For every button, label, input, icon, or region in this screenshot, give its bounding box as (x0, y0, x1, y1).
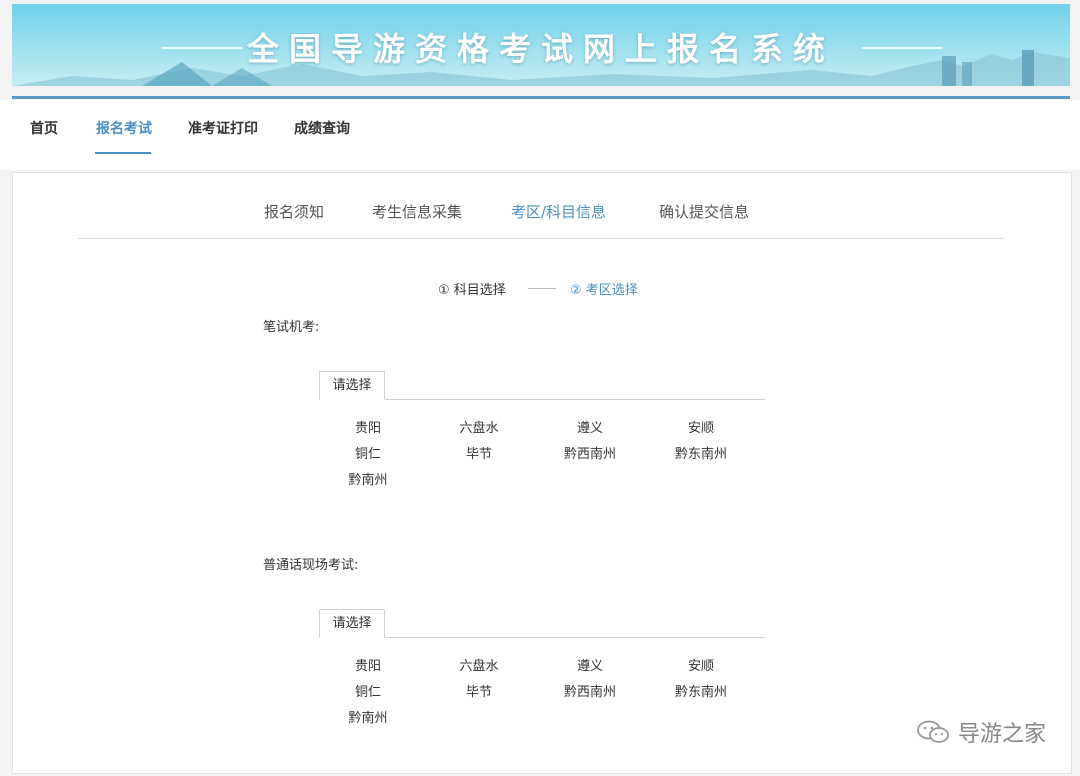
city-option[interactable]: 六盘水 (424, 417, 534, 436)
watermark: 导游之家 (916, 716, 1046, 748)
substep-connector (528, 288, 556, 289)
nav-active-underline (95, 152, 151, 154)
wechat-icon (916, 720, 950, 744)
city-option[interactable]: 铜仁 (313, 443, 423, 462)
substep-subject-select[interactable]: ① 科目选择 (438, 279, 506, 298)
city-option[interactable]: 贵阳 (313, 417, 423, 436)
tab-please-select[interactable]: 请选择 (319, 609, 385, 638)
banner: 全国导游资格考试网上报名系统 (12, 4, 1070, 86)
city-option[interactable]: 黔西南州 (535, 681, 645, 700)
city-option[interactable]: 贵阳 (313, 655, 423, 674)
tab-please-select[interactable]: 请选择 (319, 371, 385, 400)
city-option[interactable]: 毕节 (424, 681, 534, 700)
main-panel: 报名须知 考生信息采集 考区/科目信息 确认提交信息 ① 科目选择 ② 考区选择… (12, 172, 1072, 774)
city-option[interactable]: 黔南州 (313, 469, 423, 488)
watermark-text: 导游之家 (957, 722, 1046, 747)
city-option[interactable]: 六盘水 (424, 655, 534, 674)
nav-item-register-exam[interactable]: 报名考试 (96, 118, 152, 138)
city-option[interactable]: 黔东南州 (646, 443, 756, 462)
section-label-computer-exam: 笔试机考: (263, 320, 320, 335)
city-option[interactable]: 黔南州 (313, 707, 423, 726)
city-option[interactable]: 遵义 (535, 655, 645, 674)
section-label-mandarin-exam: 普通话现场考试: (263, 558, 359, 573)
tab-strip-mandarin-exam: 请选择 (319, 609, 765, 638)
step-confirm-submit[interactable]: 确认提交信息 (659, 201, 749, 222)
city-option[interactable]: 铜仁 (313, 681, 423, 700)
city-option[interactable]: 毕节 (424, 443, 534, 462)
banner-divider (12, 96, 1070, 99)
steps-divider (78, 238, 1004, 239)
tab-strip-computer-exam: 请选择 (319, 371, 765, 400)
step-notice[interactable]: 报名须知 (264, 201, 324, 222)
city-option[interactable]: 安顺 (646, 417, 756, 436)
banner-title: 全国导游资格考试网上报名系统 (246, 30, 835, 68)
substep-area-select[interactable]: ② 考区选择 (570, 279, 638, 298)
step-area-subject[interactable]: 考区/科目信息 (511, 201, 606, 222)
nav-item-admission-ticket[interactable]: 准考证打印 (188, 118, 258, 138)
top-nav: 首页 报名考试 准考证打印 成绩查询 (0, 100, 1080, 170)
city-option[interactable]: 黔西南州 (535, 443, 645, 462)
city-option[interactable]: 遵义 (535, 417, 645, 436)
city-option[interactable]: 黔东南州 (646, 681, 756, 700)
nav-item-home[interactable]: 首页 (30, 118, 58, 138)
city-option[interactable]: 安顺 (646, 655, 756, 674)
nav-item-score-query[interactable]: 成绩查询 (294, 118, 350, 138)
step-info-collection[interactable]: 考生信息采集 (372, 201, 462, 222)
